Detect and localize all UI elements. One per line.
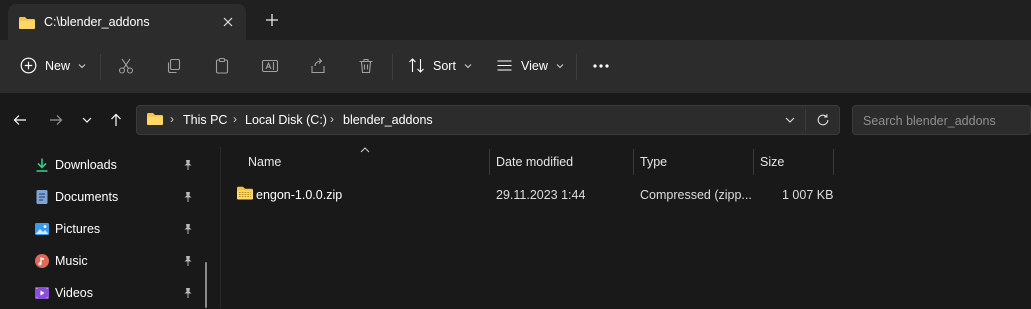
pin-icon[interactable] (182, 287, 194, 299)
recent-locations-button[interactable] (77, 110, 97, 130)
file-list: Name Date modified Type Size engon-1.0.0… (221, 147, 1031, 308)
view-button[interactable]: View (496, 57, 564, 74)
videos-icon (35, 287, 49, 299)
paste-icon[interactable] (213, 57, 231, 75)
close-icon[interactable] (220, 14, 236, 30)
sidebar-item-documents[interactable]: Documents (0, 181, 210, 213)
sidebar-item-label: Downloads (55, 158, 117, 172)
navigation-pane: Downloads Documents Pictures Music Video… (0, 147, 221, 308)
toolbar-divider (392, 54, 393, 80)
search-box (852, 105, 1031, 135)
sidebar-item-videos[interactable]: Videos (0, 277, 210, 309)
music-icon (35, 254, 49, 268)
plus-circle-icon (20, 57, 37, 74)
sidebar-item-pictures[interactable]: Pictures (0, 213, 210, 245)
sidebar-item-label: Pictures (55, 222, 101, 236)
toolbar-divider (100, 54, 101, 80)
file-size: 1 007 KB (782, 188, 834, 202)
arrow-right-icon (50, 115, 63, 125)
pin-icon[interactable] (182, 223, 194, 235)
share-icon[interactable] (309, 57, 327, 75)
tab-blender-addons[interactable]: C:\blender_addons (8, 4, 246, 40)
file-date-modified: 29.11.2023 1:44 (496, 188, 586, 202)
view-icon (497, 60, 512, 71)
refresh-icon[interactable] (816, 113, 830, 127)
sidebar-item-label: Documents (55, 190, 119, 204)
column-header-date-modified[interactable]: Date modified (490, 147, 633, 175)
forward-button[interactable] (46, 110, 66, 130)
more-options-icon[interactable] (592, 63, 610, 69)
column-header-label: Name (248, 155, 282, 169)
new-tab-icon[interactable] (262, 10, 282, 30)
table-row[interactable]: engon-1.0.0.zip 29.11.2023 1:44 Compress… (221, 179, 1031, 209)
rename-icon[interactable] (261, 57, 279, 75)
sort-label: Sort (433, 58, 456, 73)
command-bar: New Sort View (0, 40, 1031, 94)
address-divider (805, 109, 806, 131)
column-header-label: Date modified (496, 155, 574, 169)
pin-icon[interactable] (182, 255, 194, 267)
chevron-down-icon (78, 63, 86, 68)
column-header-label: Size (760, 155, 785, 169)
file-name: engon-1.0.0.zip (256, 188, 343, 202)
sort-ascending-icon (360, 147, 370, 153)
file-type: Compressed (zipp... (640, 188, 752, 202)
toolbar-divider (576, 54, 577, 80)
breadcrumb-blender-addons[interactable]: blender_addons (343, 113, 433, 127)
address-row: › This PC › Local Disk (C:) › blender_ad… (0, 94, 1031, 146)
cut-icon[interactable] (117, 57, 135, 75)
copy-icon[interactable] (165, 57, 183, 75)
chevron-right-icon[interactable]: › (233, 112, 237, 126)
address-bar[interactable]: › This PC › Local Disk (C:) › blender_ad… (136, 105, 840, 135)
sort-icon (409, 58, 424, 73)
arrow-up-icon (111, 113, 121, 126)
column-header-type[interactable]: Type (634, 147, 753, 175)
chevron-down-icon[interactable] (785, 116, 795, 124)
new-label: New (45, 58, 71, 73)
view-label: View (521, 58, 548, 73)
delete-icon[interactable] (357, 57, 375, 75)
title-bar: C:\blender_addons (0, 0, 1031, 40)
search-input[interactable] (861, 112, 1025, 130)
zip-folder-icon (237, 186, 253, 200)
chevron-down-icon (464, 63, 472, 68)
tab-title: C:\blender_addons (44, 15, 150, 29)
chevron-right-icon[interactable]: › (170, 112, 174, 126)
breadcrumb-this-pc[interactable]: This PC (183, 113, 227, 127)
column-header-label: Type (640, 155, 668, 169)
pin-icon[interactable] (182, 159, 194, 171)
column-header-name[interactable]: Name (221, 147, 490, 175)
new-button[interactable]: New (20, 57, 86, 74)
chevron-right-icon[interactable]: › (330, 112, 334, 126)
sort-button[interactable]: Sort (408, 57, 472, 74)
pictures-icon (35, 223, 49, 235)
folder-icon (19, 17, 35, 29)
chevron-down-icon (82, 117, 92, 123)
column-divider[interactable] (833, 149, 834, 175)
sidebar-item-label: Music (55, 254, 88, 268)
download-icon (36, 158, 48, 172)
breadcrumb-local-disk[interactable]: Local Disk (C:) (245, 113, 327, 127)
arrow-left-icon (13, 115, 26, 125)
sidebar-item-label: Videos (55, 286, 93, 300)
back-button[interactable] (10, 110, 30, 130)
sidebar-scrollbar[interactable] (205, 262, 207, 308)
document-icon (36, 190, 48, 204)
folder-icon (147, 113, 163, 125)
up-button[interactable] (106, 110, 126, 130)
pin-icon[interactable] (182, 191, 194, 203)
sidebar-item-downloads[interactable]: Downloads (0, 149, 210, 181)
sidebar-item-music[interactable]: Music (0, 245, 210, 277)
chevron-down-icon (556, 63, 564, 68)
column-header-size[interactable]: Size (754, 147, 833, 175)
